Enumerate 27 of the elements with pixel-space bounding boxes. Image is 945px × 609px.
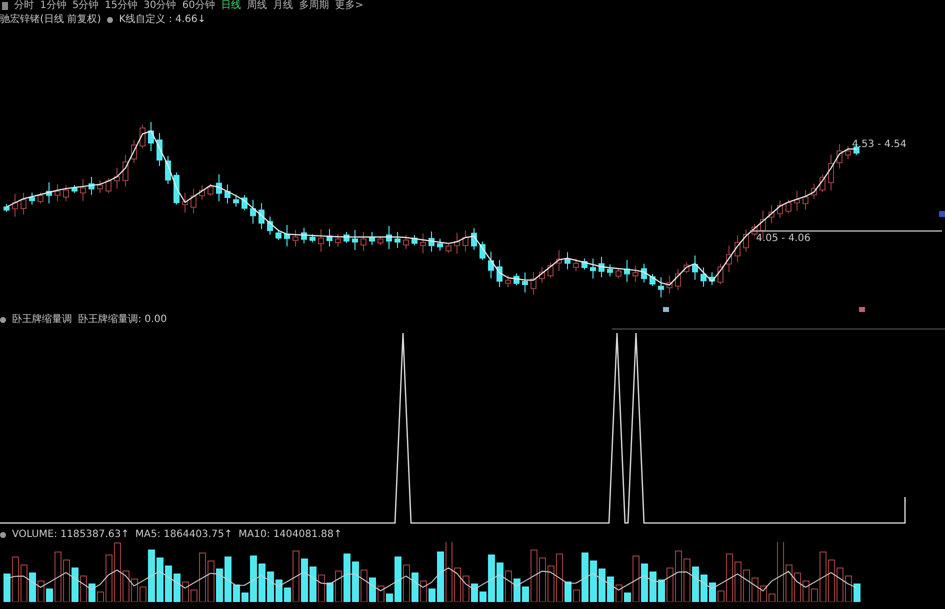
indicator-label: K线自定义 : 4.66↓ xyxy=(118,12,206,26)
volume-stat: MA10: 1404081.88↑ xyxy=(238,528,342,542)
oscillator-title: 卧王牌缩量调 xyxy=(12,312,72,326)
period-tab[interactable]: 5分钟 xyxy=(72,0,99,12)
period-tab[interactable]: 分时 xyxy=(14,0,34,12)
indicator-dot-icon xyxy=(106,16,113,22)
marker-icon xyxy=(939,211,945,217)
signal-icon xyxy=(859,307,865,312)
price-label: 4.53 - 4.54 xyxy=(852,139,906,151)
period-tab[interactable]: 30分钟 xyxy=(143,0,176,12)
period-tab[interactable]: 月线 xyxy=(272,0,293,12)
volume-stat: MA5: 1864403.75↑ xyxy=(135,528,232,542)
price-label: 4.05 - 4.06 xyxy=(756,233,810,245)
period-tab[interactable]: 周线 xyxy=(246,0,267,12)
chart-title: 驰宏锌锗(日线 前复权) xyxy=(0,12,101,26)
indicator-dot-icon xyxy=(0,532,6,538)
period-tab[interactable]: 更多> xyxy=(334,0,364,12)
volume-stat: VOLUME: 1185387.63↑ xyxy=(12,528,130,542)
period-tab[interactable]: 60分钟 xyxy=(182,0,215,12)
chart-icon[interactable] xyxy=(2,2,8,10)
period-tab[interactable]: 1分钟 xyxy=(40,0,66,12)
period-tab[interactable]: 日线 xyxy=(220,0,241,12)
period-tab[interactable]: 多周期 xyxy=(298,0,329,12)
period-tab[interactable]: 15分钟 xyxy=(104,0,138,12)
indicator-dot-icon xyxy=(0,316,6,322)
oscillator-value: 卧王牌缩量调: 0.00 xyxy=(78,312,167,326)
signal-icon xyxy=(663,307,669,312)
